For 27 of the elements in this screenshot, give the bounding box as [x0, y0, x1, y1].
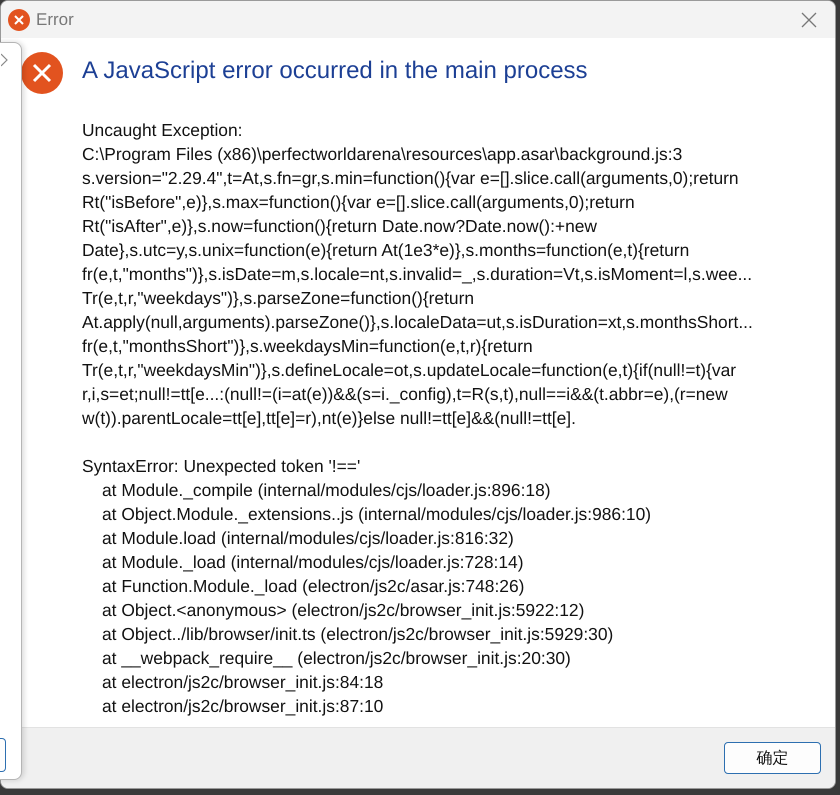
stack-line: at Function.Module._load (electron/js2c/asar.js:748:26)	[101, 575, 526, 598]
code-line: fr(e,t,"monthsShort")},s.weekdaysMin=function(e,t,r){return	[82, 335, 534, 358]
error-message: SyntaxError: Unexpected token '!=='	[82, 455, 362, 478]
exception-label: Uncaught Exception:	[82, 119, 244, 142]
code-line: C:\Program Files (x86)\perfectworldarena\resources\app.asar\background.js:3	[82, 143, 684, 166]
code-line: Tr(e,t,r,"weekdaysMin")},s.defineLocale=ot,s.updateLocale=function(e,t){if(null!=t){var	[82, 359, 738, 382]
stack-line: at electron/js2c/browser_init.js:87:10	[101, 695, 384, 718]
code-line: Rt("isBefore",e)},s.max=function(){var e=[].slice.call(arguments,0);return	[82, 191, 636, 214]
stack-line: at Module.load (internal/modules/cjs/loader.js:816:32)	[101, 527, 515, 550]
error-heading: A JavaScript error occurred in the main process	[82, 57, 588, 85]
stack-line: at __webpack_require__ (electron/js2c/browser_init.js:20:30)	[101, 647, 572, 670]
stack-line: at Object.Module._extensions..js (internal/modules/cjs/loader.js:986:10)	[101, 503, 652, 526]
code-line: Rt("isAfter",e)},s.now=function(){return Date.now?Date.now():+new	[82, 215, 598, 238]
stack-line: at electron/js2c/browser_init.js:84:18	[101, 671, 384, 694]
stack-line: at Module._compile (internal/modules/cjs/loader.js:896:18)	[101, 479, 552, 502]
code-line: Tr(e,t,r,"weekdays")},s.parseZone=function(){return	[82, 287, 476, 310]
code-line: fr(e,t,"months")},s.isDate=m,s.locale=nt,s.invalid=_,s.duration=Vt,s.isMoment=l,s.wee...	[82, 263, 754, 286]
code-line: r,i,s=et;null!=tt[e...:(null!=(i=at(e))&&(s=i._config),t=R(s,t),null==i&&(t.abbr=e),(r=new	[82, 383, 729, 406]
code-line: s.version="2.29.4",t=At,s.fn=gr,s.min=function(){var e=[].slice.call(arguments,0);return	[82, 167, 740, 190]
code-line: At.apply(null,arguments).parseZone()},s.localeData=ut,s.isDuration=xt,s.monthsShort...	[82, 311, 754, 334]
stack-line: at Object.<anonymous> (electron/js2c/browser_init.js:5922:12)	[101, 599, 586, 622]
stack-line: at Module._load (internal/modules/cjs/loader.js:728:14)	[101, 551, 524, 574]
code-line: w(t)).parentLocale=tt[e],tt[e]=r),nt(e)}else null!=tt[e]&&(null!=tt[e].	[82, 407, 577, 430]
window-title: Error	[36, 10, 74, 30]
ok-button[interactable]: 确定	[724, 742, 821, 774]
code-line: Date},s.utc=y,s.unix=function(e){return At(1e3*e)},s.months=function(e,t){return	[82, 239, 690, 262]
stack-line: at Object../lib/browser/init.ts (electron/js2c/browser_init.js:5929:30)	[101, 623, 614, 646]
